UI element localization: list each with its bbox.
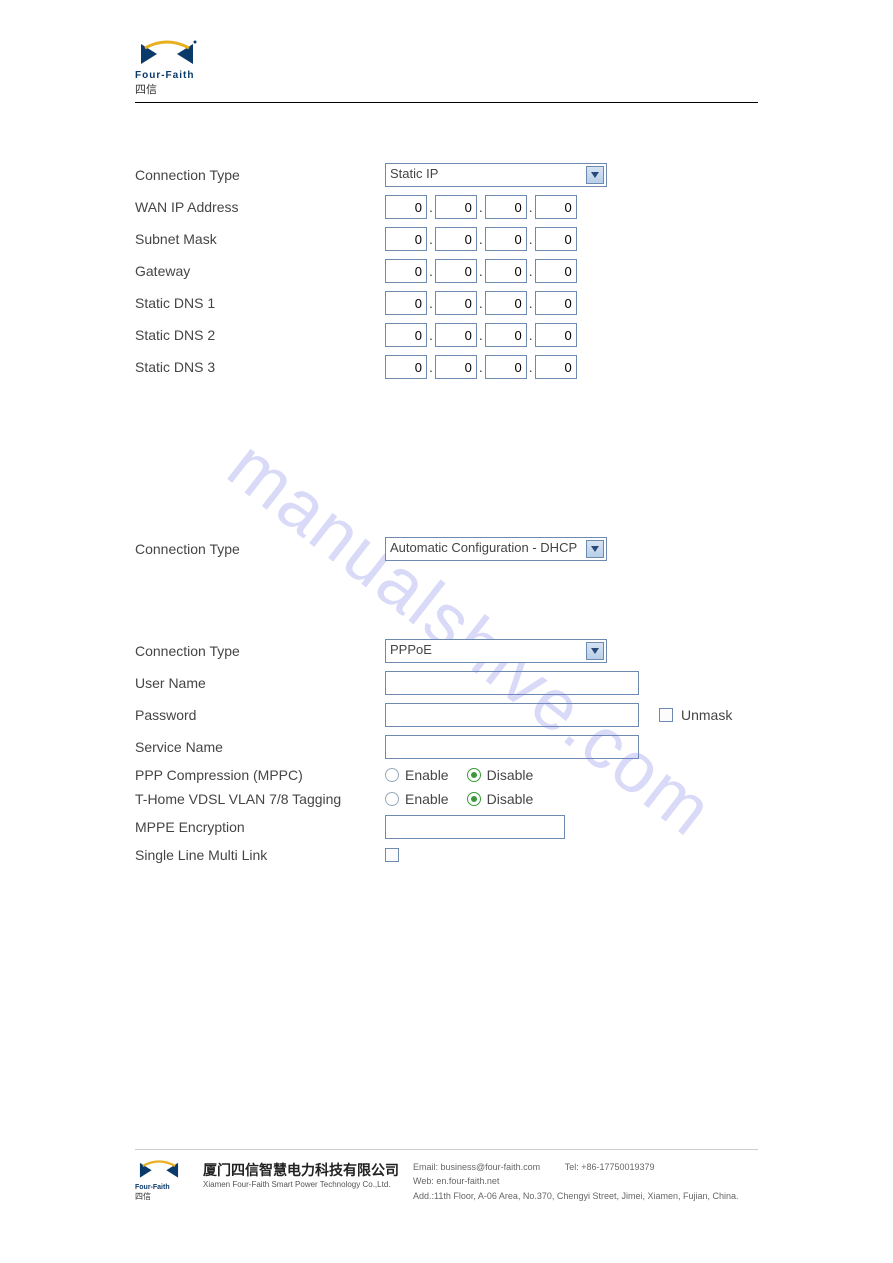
ip-octet-input[interactable] <box>535 355 577 379</box>
footer-brand-cn: 四信 <box>135 1191 189 1202</box>
ip-octet-input[interactable] <box>485 259 527 283</box>
username-label: User Name <box>135 675 385 691</box>
single-line-label: Single Line Multi Link <box>135 847 385 863</box>
ip-dot: . <box>527 263 535 279</box>
service-name-input[interactable] <box>385 735 639 759</box>
ip-row-label: WAN IP Address <box>135 199 385 215</box>
ip-octet-input[interactable] <box>385 259 427 283</box>
single-line-checkbox[interactable] <box>385 848 399 862</box>
service-name-label: Service Name <box>135 739 385 755</box>
brand-name-en: Four-Faith <box>135 70 199 81</box>
chevron-down-icon <box>586 642 604 660</box>
ip-octet-input[interactable] <box>535 259 577 283</box>
ppp-compression-enable-radio[interactable] <box>385 768 399 782</box>
ip-octet-input[interactable] <box>385 323 427 347</box>
ip-octet-input[interactable] <box>385 355 427 379</box>
ip-dot: . <box>477 359 485 375</box>
ip-dot: . <box>427 263 435 279</box>
ip-dot: . <box>527 295 535 311</box>
radio-enable-label: Enable <box>405 767 449 783</box>
page-header: Four-Faith 四信 <box>135 40 758 103</box>
ppp-compression-label: PPP Compression (MPPC) <box>135 767 385 783</box>
connection-type-value-3: PPPoE <box>390 642 432 657</box>
ip-octet-input[interactable] <box>535 323 577 347</box>
page-footer: Four-Faith 四信 厦门四信智慧电力科技有限公司 Xiamen Four… <box>135 1149 758 1203</box>
footer-web: Web: en.four-faith.net <box>413 1174 499 1188</box>
connection-type-label-3: Connection Type <box>135 643 385 659</box>
ip-octet-input[interactable] <box>485 323 527 347</box>
radio-disable-label: Disable <box>487 767 534 783</box>
footer-company-en: Xiamen Four-Faith Smart Power Technology… <box>203 1180 399 1189</box>
username-input[interactable] <box>385 671 639 695</box>
ip-octet-input[interactable] <box>535 227 577 251</box>
ip-octet-input[interactable] <box>535 291 577 315</box>
ip-dot: . <box>427 359 435 375</box>
connection-type-value-1: Static IP <box>390 166 438 181</box>
ip-dot: . <box>427 199 435 215</box>
ip-octet-input[interactable] <box>485 227 527 251</box>
connection-type-select-1[interactable]: Static IP <box>385 163 607 187</box>
footer-tel: Tel: +86-17750019379 <box>565 1160 655 1174</box>
radio-disable-label-2: Disable <box>487 791 534 807</box>
thome-enable-radio[interactable] <box>385 792 399 806</box>
brand-name-cn: 四信 <box>135 81 199 97</box>
ip-octet-input[interactable] <box>485 195 527 219</box>
connection-type-label-2: Connection Type <box>135 541 385 557</box>
brand-logo: Four-Faith 四信 <box>135 40 199 97</box>
footer-logo: Four-Faith 四信 <box>135 1160 189 1202</box>
unmask-checkbox[interactable] <box>659 708 673 722</box>
thome-label: T-Home VDSL VLAN 7/8 Tagging <box>135 791 385 807</box>
connection-type-value-2: Automatic Configuration - DHCP <box>390 540 577 555</box>
ip-octet-input[interactable] <box>435 259 477 283</box>
footer-email: Email: business@four-faith.com <box>413 1160 540 1174</box>
ip-row-label: Static DNS 1 <box>135 295 385 311</box>
ip-row-label: Static DNS 3 <box>135 359 385 375</box>
ip-octet-input[interactable] <box>435 195 477 219</box>
ip-dot: . <box>477 295 485 311</box>
ip-dot: . <box>427 295 435 311</box>
chevron-down-icon <box>586 166 604 184</box>
password-label: Password <box>135 707 385 723</box>
connection-type-select-3[interactable]: PPPoE <box>385 639 607 663</box>
ip-dot: . <box>527 359 535 375</box>
password-input[interactable] <box>385 703 639 727</box>
footer-company-cn: 厦门四信智慧电力科技有限公司 <box>203 1160 399 1180</box>
ip-dot: . <box>527 199 535 215</box>
connection-type-label-1: Connection Type <box>135 167 385 183</box>
ip-octet-input[interactable] <box>435 355 477 379</box>
ip-dot: . <box>477 263 485 279</box>
ip-dot: . <box>477 231 485 247</box>
ip-dot: . <box>477 327 485 343</box>
ip-dot: . <box>477 199 485 215</box>
ip-row-label: Gateway <box>135 263 385 279</box>
ip-dot: . <box>527 327 535 343</box>
connection-type-select-2[interactable]: Automatic Configuration - DHCP <box>385 537 607 561</box>
ip-row-label: Static DNS 2 <box>135 327 385 343</box>
ip-octet-input[interactable] <box>385 291 427 315</box>
ppp-compression-disable-radio[interactable] <box>467 768 481 782</box>
ip-octet-input[interactable] <box>435 291 477 315</box>
footer-brand-en: Four-Faith <box>135 1184 189 1191</box>
chevron-down-icon <box>586 540 604 558</box>
radio-enable-label-2: Enable <box>405 791 449 807</box>
mppe-label: MPPE Encryption <box>135 819 385 835</box>
ip-dot: . <box>427 231 435 247</box>
ip-octet-input[interactable] <box>435 323 477 347</box>
ip-row-label: Subnet Mask <box>135 231 385 247</box>
ip-dot: . <box>527 231 535 247</box>
ip-octet-input[interactable] <box>385 195 427 219</box>
ip-octet-input[interactable] <box>385 227 427 251</box>
ip-octet-input[interactable] <box>485 355 527 379</box>
ip-octet-input[interactable] <box>535 195 577 219</box>
mppe-input[interactable] <box>385 815 565 839</box>
ip-octet-input[interactable] <box>435 227 477 251</box>
ip-dot: . <box>427 327 435 343</box>
footer-addr: Add.:11th Floor, A-06 Area, No.370, Chen… <box>413 1189 758 1203</box>
unmask-label: Unmask <box>681 707 732 723</box>
ip-octet-input[interactable] <box>485 291 527 315</box>
thome-disable-radio[interactable] <box>467 792 481 806</box>
